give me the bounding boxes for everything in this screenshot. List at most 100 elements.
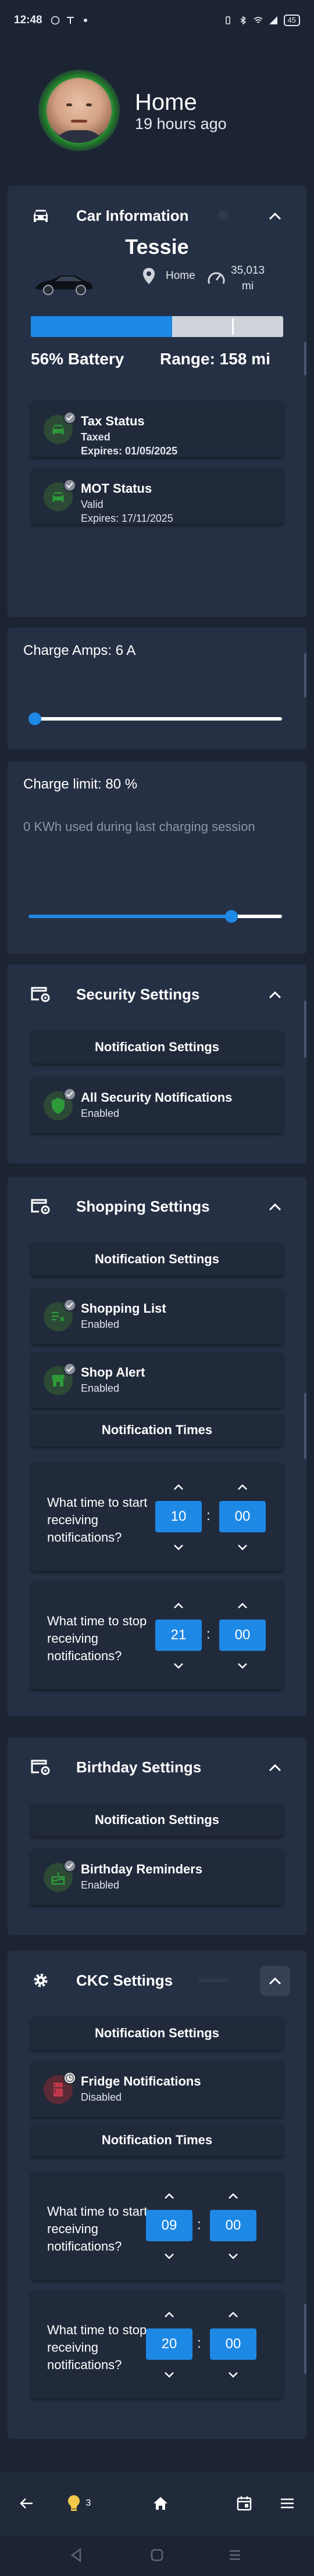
collapse-button[interactable] <box>260 201 290 231</box>
tax-status-row[interactable]: Tax Status Taxed Expires: 01/05/2025 <box>31 401 283 457</box>
shop-alert-row[interactable]: Shop Alert Enabled <box>31 1352 283 1408</box>
settings-list-icon <box>31 987 50 1002</box>
ckc-notification-settings-button[interactable]: Notification Settings <box>31 2017 283 2050</box>
shopping-start-time-block: What time to start receiving notificatio… <box>31 1463 283 1571</box>
birthday-reminders-title: Birthday Reminders <box>81 1862 203 1876</box>
hour-increment-button[interactable] <box>168 1599 189 1613</box>
chevron-up-icon <box>269 1203 281 1211</box>
triangle-back-icon <box>70 2548 81 2563</box>
collapse-button[interactable] <box>260 1966 290 1996</box>
recents-icon <box>230 2550 240 2560</box>
hour-increment-button[interactable] <box>168 1480 189 1494</box>
birthday-card-header[interactable]: Birthday Settings <box>8 1737 306 1796</box>
minute-decrement-button[interactable] <box>223 2249 244 2263</box>
charge-amps-thumb[interactable] <box>28 712 41 725</box>
tips-button[interactable]: 3 <box>56 2471 102 2535</box>
stop-minute-field[interactable]: 00 <box>210 2328 256 2360</box>
start-hour-field[interactable]: 10 <box>155 1501 202 1532</box>
security-notifications-row[interactable]: All Security Notifications Enabled <box>31 1077 283 1133</box>
scroll-indicator <box>304 2304 306 2374</box>
vibrate-icon <box>225 16 230 24</box>
system-recents-button[interactable] <box>228 2548 242 2565</box>
collapse-button[interactable] <box>260 1753 290 1783</box>
stop-hour-field[interactable]: 20 <box>146 2328 192 2360</box>
collapse-button[interactable] <box>260 1192 290 1222</box>
collapse-button[interactable] <box>260 980 290 1010</box>
chevron-down-icon <box>174 1545 183 1550</box>
charge-amps-card: Charge Amps: 6 A <box>8 628 306 750</box>
hour-decrement-button[interactable] <box>168 1659 189 1673</box>
fridge-notifications-row[interactable]: Fridge Notifications Disabled <box>31 2061 283 2117</box>
scroll-indicator <box>304 1393 306 1459</box>
mot-status-row[interactable]: MOT Status Valid Expires: 17/11/2025 <box>31 468 283 524</box>
start-minute-field[interactable]: 00 <box>219 1501 266 1532</box>
system-back-button[interactable] <box>70 2548 83 2565</box>
hour-increment-button[interactable] <box>159 2189 180 2203</box>
chevron-up-icon <box>238 1603 247 1608</box>
chevron-down-icon <box>238 1545 247 1550</box>
avatar[interactable] <box>38 70 120 151</box>
mot-status-expiry: Expires: 17/11/2025 <box>81 513 173 524</box>
scroll-indicator <box>304 653 306 697</box>
stop-hour-field[interactable]: 21 <box>155 1620 202 1651</box>
tax-status-value: Taxed <box>81 431 110 443</box>
tesla-icon <box>66 17 74 24</box>
home-header: Home 19 hours ago <box>0 41 314 186</box>
odometer-unit: mi <box>242 280 254 292</box>
charge-energy-used: 0 KWh used during last charging session <box>23 819 255 834</box>
chevron-down-icon <box>165 2253 174 2259</box>
home-button[interactable] <box>144 2471 177 2535</box>
shopping-stop-time-block: What time to stop receiving notification… <box>31 1581 283 1689</box>
shopping-list-row[interactable]: Shopping List Enabled <box>31 1288 283 1344</box>
page-title: Home <box>135 89 197 115</box>
ckc-notification-times-button[interactable]: Notification Times <box>31 2124 283 2156</box>
odometer-icon <box>208 272 225 284</box>
chevron-up-icon <box>165 2193 174 2199</box>
calendar-button[interactable] <box>228 2471 261 2535</box>
back-button[interactable] <box>10 2471 43 2535</box>
birthday-reminders-row[interactable]: Birthday Reminders Enabled <box>31 1849 283 1905</box>
car-icon <box>34 210 48 222</box>
hamburger-menu-icon <box>281 2498 294 2509</box>
charge-limit-marker <box>232 318 234 335</box>
hour-decrement-button[interactable] <box>159 2249 180 2263</box>
security-card-header[interactable]: Security Settings <box>8 965 306 1023</box>
minute-increment-button[interactable] <box>232 1599 253 1613</box>
minute-increment-button[interactable] <box>223 2308 244 2321</box>
security-settings-card: Security Settings Notification Settings … <box>8 965 306 1163</box>
stop-minute-field[interactable]: 00 <box>219 1620 266 1651</box>
home-icon <box>154 2497 167 2510</box>
menu-button[interactable] <box>271 2471 304 2535</box>
calendar-icon <box>237 2496 252 2511</box>
hour-increment-button[interactable] <box>159 2308 180 2321</box>
arrow-left-icon <box>20 2498 33 2509</box>
faded-icon <box>218 210 229 221</box>
security-notifications-title: All Security Notifications <box>81 1090 233 1105</box>
shopping-notification-settings-button[interactable]: Notification Settings <box>31 1243 283 1276</box>
tax-status-title: Tax Status <box>81 414 145 428</box>
charge-limit-track-rest <box>231 915 282 918</box>
location-label: Home <box>166 270 195 282</box>
start-hour-field[interactable]: 09 <box>146 2210 192 2241</box>
shopping-stop-time-label: What time to stop receiving notification… <box>47 1614 147 1663</box>
hour-decrement-button[interactable] <box>168 1540 189 1554</box>
birthday-notification-settings-button[interactable]: Notification Settings <box>31 1804 283 1836</box>
minute-decrement-button[interactable] <box>232 1540 253 1554</box>
minute-decrement-button[interactable] <box>223 2368 244 2382</box>
charge-limit-thumb[interactable] <box>224 910 238 923</box>
charge-limit-track-active <box>28 915 231 918</box>
shopping-notification-times-button[interactable]: Notification Times <box>31 1414 283 1446</box>
clock-badge-icon <box>63 2072 76 2084</box>
shopping-card-header[interactable]: Shopping Settings <box>8 1177 306 1235</box>
ckc-card-header[interactable]: CKC Settings <box>8 1951 306 2009</box>
scroll-indicator <box>304 1001 306 1058</box>
hour-decrement-button[interactable] <box>159 2368 180 2382</box>
start-minute-field[interactable]: 00 <box>210 2210 256 2241</box>
system-home-button[interactable] <box>150 2548 164 2565</box>
minute-increment-button[interactable] <box>223 2189 244 2203</box>
wifi-icon <box>254 17 263 23</box>
shopping-list-status: Enabled <box>81 1319 120 1330</box>
security-notification-settings-button[interactable]: Notification Settings <box>31 1031 283 1063</box>
minute-increment-button[interactable] <box>232 1480 253 1494</box>
minute-decrement-button[interactable] <box>232 1659 253 1673</box>
